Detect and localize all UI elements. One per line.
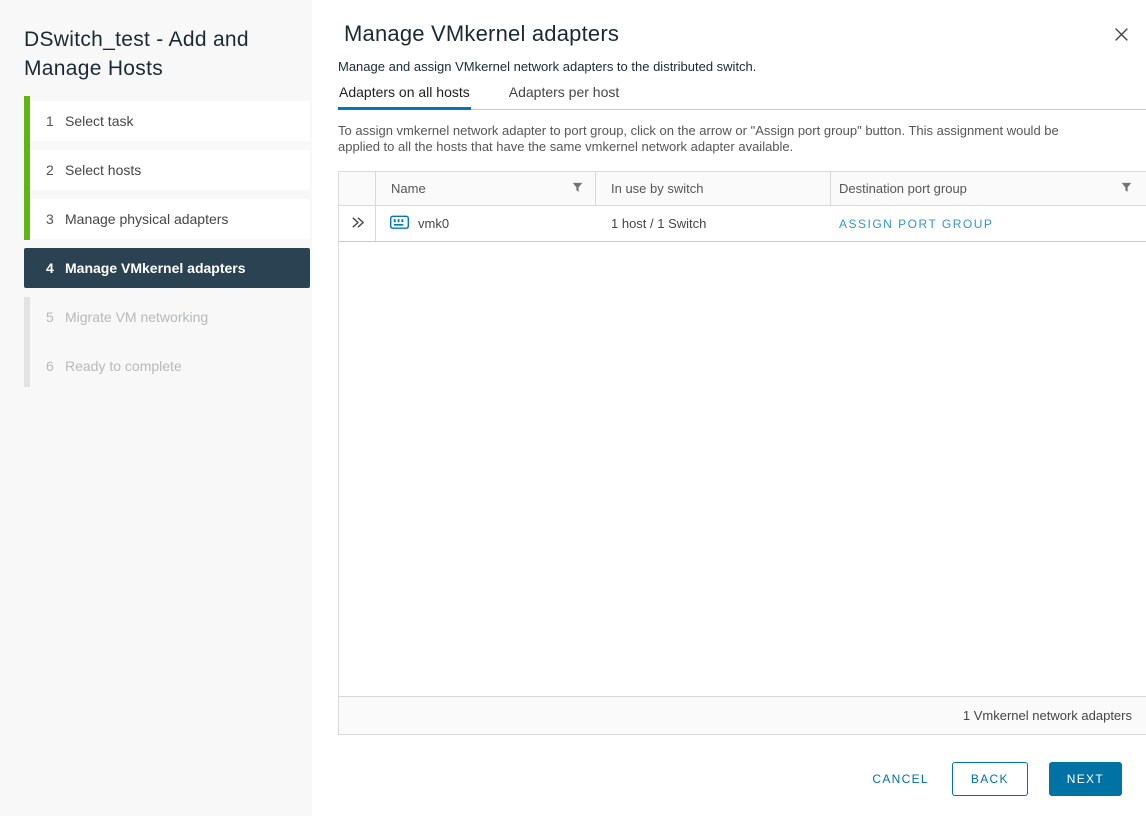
destination-column-header: Destination port group xyxy=(831,172,1146,205)
wizard-sidebar: DSwitch_test - Add and Manage Hosts 1 Se… xyxy=(0,0,312,816)
row-expander[interactable] xyxy=(339,206,376,241)
step-label: Manage VMkernel adapters xyxy=(65,260,246,276)
tab-adapters-per-host[interactable]: Adapters per host xyxy=(508,84,621,109)
table-footer: 1 Vmkernel network adapters xyxy=(339,696,1146,734)
back-button[interactable]: BACK xyxy=(952,762,1028,796)
filter-icon[interactable] xyxy=(1121,181,1132,196)
step-select-hosts[interactable]: 2 Select hosts xyxy=(24,150,310,190)
adapter-count: 1 Vmkernel network adapters xyxy=(963,708,1132,723)
future-steps-bar xyxy=(24,297,30,387)
table-header-row: Name In use by switch Destination port g… xyxy=(339,172,1146,206)
vmkernel-adapters-table: Name In use by switch Destination port g… xyxy=(338,171,1146,735)
name-column-header: Name xyxy=(376,172,596,205)
step-migrate-vm-networking: 5 Migrate VM networking xyxy=(24,297,310,337)
close-button[interactable] xyxy=(1111,24,1132,45)
page-title: Manage VMkernel adapters xyxy=(344,22,619,46)
dialog-actions: CANCEL BACK NEXT xyxy=(312,762,1146,796)
wizard-title: DSwitch_test - Add and Manage Hosts xyxy=(24,25,286,83)
double-chevron-right-icon xyxy=(350,215,365,233)
assignment-info-text: To assign vmkernel network adapter to po… xyxy=(338,123,1120,154)
step-number: 6 xyxy=(46,358,65,374)
wizard-steps: 1 Select task 2 Select hosts 3 Manage ph… xyxy=(24,101,310,386)
tab-bar: Adapters on all hosts Adapters per host xyxy=(338,84,1146,110)
step-number: 5 xyxy=(46,309,65,325)
step-manage-vmkernel-adapters[interactable]: 4 Manage VMkernel adapters xyxy=(24,248,310,288)
table-empty-space xyxy=(339,242,1146,696)
step-label: Select hosts xyxy=(65,162,141,178)
step-number: 1 xyxy=(46,113,65,129)
step-ready-to-complete: 6 Ready to complete xyxy=(24,346,310,386)
tab-adapters-on-all-hosts[interactable]: Adapters on all hosts xyxy=(338,84,471,110)
dialog-header: Manage VMkernel adapters xyxy=(312,0,1146,46)
step-number: 4 xyxy=(46,260,65,276)
step-number: 3 xyxy=(46,211,65,227)
destination-cell: ASSIGN PORT GROUP xyxy=(831,206,1146,241)
assign-port-group-button[interactable]: ASSIGN PORT GROUP xyxy=(839,217,993,231)
cancel-button[interactable]: CANCEL xyxy=(870,763,930,795)
step-select-task[interactable]: 1 Select task xyxy=(24,101,310,141)
dialog-content: Manage VMkernel adapters Manage and assi… xyxy=(312,0,1146,816)
next-button[interactable]: NEXT xyxy=(1049,762,1122,796)
table-row: vmk0 1 host / 1 Switch ASSIGN PORT GROUP xyxy=(339,206,1146,242)
in-use-cell: 1 host / 1 Switch xyxy=(596,206,831,241)
in-use-column-header: In use by switch xyxy=(596,172,831,205)
step-label: Select task xyxy=(65,113,133,129)
adapter-name-cell: vmk0 xyxy=(376,206,596,241)
close-icon xyxy=(1113,31,1130,46)
vmkernel-adapter-icon xyxy=(390,215,409,233)
step-manage-physical-adapters[interactable]: 3 Manage physical adapters xyxy=(24,199,310,239)
step-label: Manage physical adapters xyxy=(65,211,228,227)
step-label: Migrate VM networking xyxy=(65,309,208,325)
step-label: Ready to complete xyxy=(65,358,182,374)
adapter-name: vmk0 xyxy=(418,216,449,231)
progress-bar xyxy=(24,96,30,240)
filter-icon[interactable] xyxy=(572,181,583,196)
expander-column-header xyxy=(339,172,376,205)
step-number: 2 xyxy=(46,162,65,178)
dialog-subtitle: Manage and assign VMkernel network adapt… xyxy=(338,59,1120,74)
